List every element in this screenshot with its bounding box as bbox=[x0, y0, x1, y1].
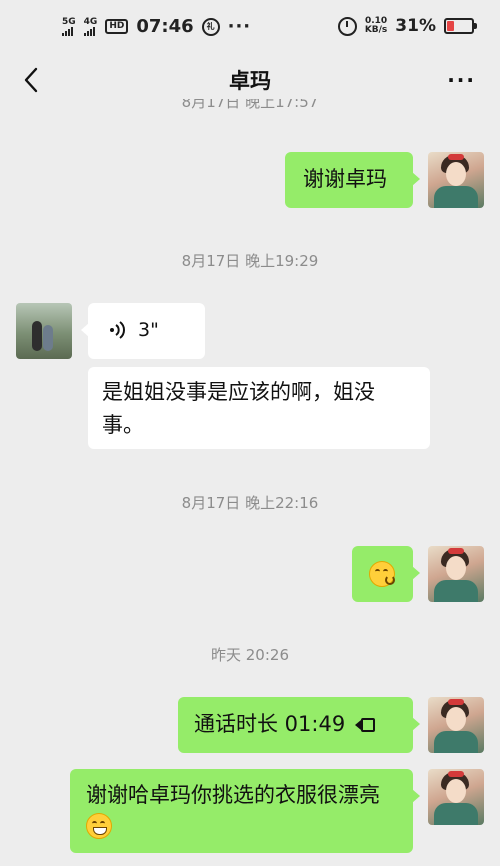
battery-level-fill bbox=[447, 21, 454, 31]
signal-5g-icon: 5G bbox=[62, 16, 76, 36]
battery-icon bbox=[444, 18, 477, 34]
more-options-icon[interactable]: ··· bbox=[447, 68, 476, 92]
voice-wave-icon bbox=[110, 321, 125, 339]
chat-title: 卓玛 bbox=[229, 69, 271, 93]
self-avatar[interactable] bbox=[428, 769, 484, 825]
message-bubble-outgoing[interactable]: 谢谢哈卓玛你挑选的衣服很漂亮 bbox=[70, 769, 420, 853]
timestamp: 8月17日 晚上19:29 bbox=[181, 252, 319, 270]
grinning-face-emoji-icon bbox=[86, 813, 112, 839]
chat-header: 卓玛 ··· bbox=[0, 56, 500, 104]
call-duration-bubble[interactable]: 通话时长 01:49 bbox=[178, 697, 420, 753]
message-bubble-outgoing[interactable]: 谢谢卓玛 bbox=[285, 152, 420, 208]
voice-message-bubble[interactable]: 3" bbox=[81, 303, 205, 359]
timestamp-cutoff: 8月17日 晚上17:57 bbox=[181, 99, 319, 111]
network-speed: 0.10 KB/s bbox=[365, 17, 387, 35]
message-text: 是姐姐没事是应该的啊，姐没事。 bbox=[102, 380, 375, 437]
voice-duration: 3" bbox=[138, 319, 159, 341]
message-text: 谢谢卓玛 bbox=[303, 167, 387, 191]
signal-4g-icon: 4G bbox=[83, 16, 98, 36]
message-bubble-incoming[interactable]: 是姐姐没事是应该的啊，姐没事。 bbox=[88, 367, 430, 449]
alarm-icon bbox=[337, 16, 357, 36]
self-avatar[interactable] bbox=[428, 152, 484, 208]
status-bar-left: 5G 4G HD 07:46 礼 ··· bbox=[62, 16, 251, 37]
contact-avatar[interactable] bbox=[16, 303, 72, 359]
status-bar: 5G 4G HD 07:46 礼 ··· 0.10 KB/s 31% bbox=[0, 0, 500, 56]
video-call-icon bbox=[355, 717, 377, 733]
hd-voice-icon: HD bbox=[105, 19, 129, 34]
timestamp: 8月17日 晚上22:16 bbox=[181, 494, 319, 512]
network-label-2: 4G bbox=[83, 16, 98, 27]
network-speed-unit: KB/s bbox=[364, 25, 388, 35]
self-avatar[interactable] bbox=[428, 546, 484, 602]
emoji-message-bubble[interactable] bbox=[352, 546, 420, 602]
network-label-1: 5G bbox=[62, 16, 76, 27]
notification-overflow-icon: ··· bbox=[227, 16, 252, 37]
call-duration-text: 通话时长 01:49 bbox=[194, 712, 346, 736]
battery-percent: 31% bbox=[395, 16, 436, 36]
status-bar-right: 0.10 KB/s 31% bbox=[337, 16, 477, 36]
carrier-badge-icon: 礼 bbox=[201, 17, 220, 36]
message-text: 谢谢哈卓玛你挑选的衣服很漂亮 bbox=[86, 783, 380, 807]
status-time: 07:46 bbox=[136, 16, 194, 37]
timestamp: 昨天 20:26 bbox=[211, 646, 289, 664]
self-avatar[interactable] bbox=[428, 697, 484, 753]
smiling-face-emoji-icon bbox=[369, 561, 395, 587]
